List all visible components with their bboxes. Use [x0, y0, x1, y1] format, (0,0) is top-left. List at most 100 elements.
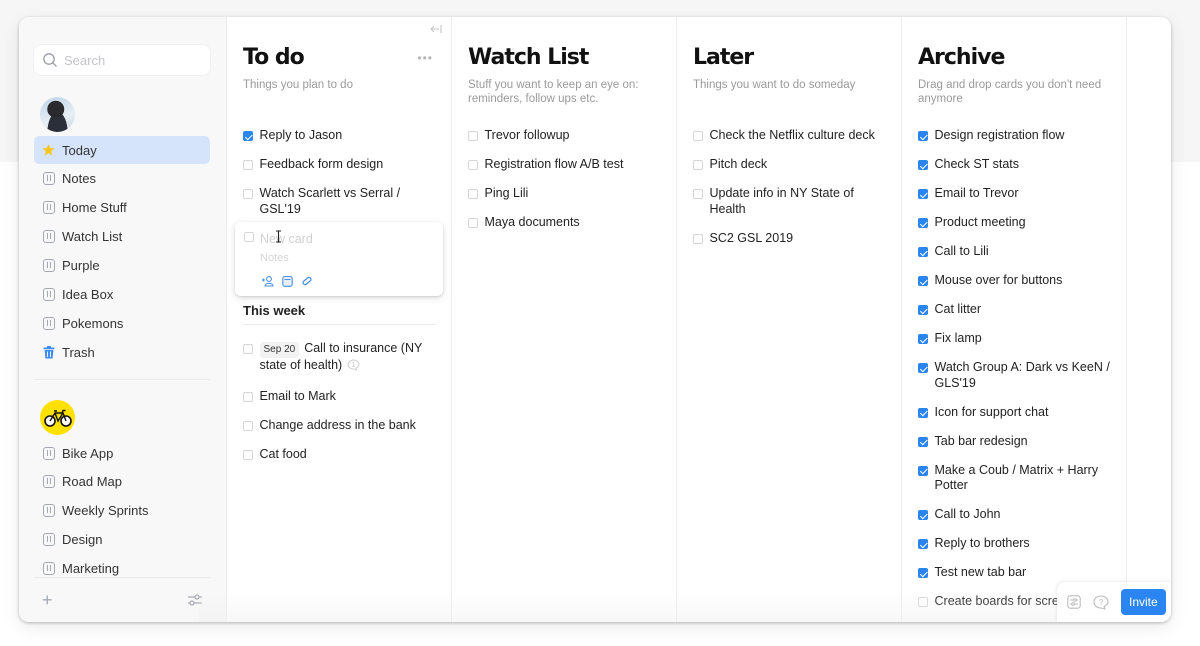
checkbox-unchecked[interactable] — [918, 597, 928, 607]
task-text: Cat food — [259, 447, 307, 461]
checkbox-checked[interactable] — [918, 465, 928, 476]
sidebar-item-notes[interactable]: Notes — [34, 165, 210, 193]
checkbox-checked[interactable] — [243, 131, 253, 141]
checkbox-checked[interactable] — [918, 131, 928, 141]
checkbox-unchecked[interactable] — [243, 160, 253, 170]
task-item[interactable]: Cat litter — [918, 302, 1113, 318]
task-item[interactable]: Cat food — [243, 447, 438, 463]
task-item[interactable]: Call to John — [918, 507, 1113, 523]
board-icon — [42, 562, 55, 576]
sidebar-item-weekly-sprints[interactable]: Weekly Sprints — [34, 497, 210, 525]
settings-sliders-icon[interactable] — [187, 593, 203, 607]
task-item[interactable]: Reply to brothers — [918, 536, 1113, 552]
task-item[interactable]: Update info in NY State of Health — [693, 186, 888, 217]
checkbox-checked[interactable] — [918, 276, 928, 286]
task-item[interactable]: Test new tab bar — [918, 565, 1113, 581]
team-avatar[interactable] — [40, 400, 75, 435]
task-item[interactable]: Email to Mark — [243, 389, 438, 405]
collapse-sidebar-icon[interactable] — [430, 24, 442, 34]
search-box[interactable] — [34, 45, 210, 75]
checkbox-unchecked[interactable] — [468, 189, 478, 199]
checkbox-checked[interactable] — [918, 189, 928, 199]
checkbox-checked[interactable] — [918, 539, 928, 549]
checkbox-unchecked[interactable] — [243, 450, 253, 460]
task-item[interactable]: Icon for support chat — [918, 405, 1113, 421]
checkbox-checked[interactable] — [918, 218, 928, 228]
sidebar-item-bike-app[interactable]: Bike App — [34, 439, 210, 467]
board-settings-icon[interactable] — [1067, 595, 1081, 609]
checkbox-unchecked[interactable] — [243, 421, 253, 431]
checkbox-checked[interactable] — [918, 407, 928, 418]
more-options-icon[interactable]: ••• — [417, 51, 433, 65]
task-item[interactable]: Registration flow A/B test — [468, 157, 663, 173]
user-avatar[interactable] — [40, 97, 75, 132]
task-item[interactable]: Reply to Jason — [243, 128, 438, 144]
task-text: Trevor followup — [484, 128, 570, 142]
checkbox-unchecked[interactable] — [468, 131, 478, 141]
app-window: Today Notes Home Stuff Watch List Purple Idea… — [19, 17, 1171, 622]
task-item[interactable]: Make a Coub / Matrix + Harry Potter — [918, 463, 1113, 494]
new-card-editor[interactable]: New card Notes — [235, 222, 443, 296]
checkbox-unchecked[interactable] — [243, 392, 253, 402]
task-item[interactable]: SC2 GSL 2019 — [693, 231, 888, 247]
sidebar-item-home-stuff[interactable]: Home Stuff — [34, 194, 210, 222]
sidebar-item-purple[interactable]: Purple — [34, 252, 210, 280]
task-item[interactable]: Watch Group A: Dark vs KeeN / GLS'19 — [918, 360, 1113, 391]
help-chat-icon[interactable]: ? — [1093, 594, 1109, 610]
sidebar-item-idea-box[interactable]: Idea Box — [34, 280, 210, 308]
due-date-badge[interactable]: Sep 20 — [259, 342, 300, 358]
sidebar-item-road-map[interactable]: Road Map — [34, 468, 210, 496]
new-card-checkbox[interactable] — [244, 232, 254, 242]
checkbox-checked[interactable] — [918, 363, 928, 373]
checkbox-unchecked[interactable] — [243, 189, 253, 199]
comment-count-icon[interactable]: 1 — [347, 359, 360, 376]
checkbox-unchecked[interactable] — [693, 233, 703, 244]
checkbox-unchecked[interactable] — [693, 160, 703, 170]
checkbox-checked[interactable] — [918, 436, 928, 447]
task-item[interactable]: Watch Scarlett vs Serral / GSL'19 — [243, 186, 438, 217]
sidebar-item-trash[interactable]: Trash — [34, 338, 210, 366]
new-card-title-input[interactable]: New card — [260, 232, 313, 246]
task-item[interactable]: Feedback form design — [243, 157, 438, 173]
task-item[interactable]: Call to Lili — [918, 244, 1113, 260]
checkbox-checked[interactable] — [918, 510, 928, 520]
task-item[interactable]: Check the Netflix culture deck — [693, 128, 888, 144]
checkbox-checked[interactable] — [918, 568, 928, 578]
assign-user-icon[interactable] — [261, 275, 274, 287]
sidebar-item-pokemons[interactable]: Pokemons — [34, 309, 210, 337]
checkbox-checked[interactable] — [918, 334, 928, 344]
checkbox-unchecked[interactable] — [693, 131, 703, 141]
attachment-icon[interactable] — [301, 275, 313, 287]
checkbox-checked[interactable] — [918, 160, 928, 170]
checkbox-unchecked[interactable] — [468, 160, 478, 170]
task-item[interactable]: Change address in the bank — [243, 418, 438, 434]
task-item[interactable]: Ping Lili — [468, 186, 663, 202]
task-item[interactable]: Fix lamp — [918, 331, 1113, 347]
sidebar-item-today[interactable]: Today — [34, 136, 210, 164]
task-item[interactable]: Trevor followup — [468, 128, 663, 144]
task-item[interactable]: Sep 20 Call to insurance (NY state of hea… — [243, 341, 438, 376]
checkbox-unchecked[interactable] — [468, 218, 478, 228]
checkbox-unchecked[interactable] — [243, 344, 253, 354]
add-board-button[interactable]: + — [42, 590, 53, 611]
search-input[interactable] — [64, 52, 194, 68]
task-item[interactable]: Maya documents — [468, 215, 663, 231]
sidebar-item-design[interactable]: Design — [34, 526, 210, 554]
checkbox-checked[interactable] — [918, 247, 928, 257]
task-item[interactable]: Design registration flow — [918, 128, 1113, 144]
task-item[interactable]: Email to Trevor — [918, 186, 1113, 202]
checkbox-unchecked[interactable] — [693, 189, 703, 199]
task-item[interactable]: Pitch deck — [693, 157, 888, 173]
task-item[interactable]: Tab bar redesign — [918, 434, 1113, 450]
task-item[interactable]: Product meeting — [918, 215, 1113, 231]
task-text: Cat litter — [934, 302, 982, 316]
task-item[interactable]: Check ST stats — [918, 157, 1113, 173]
task-item[interactable]: Mouse over for buttons — [918, 273, 1113, 289]
checkbox-checked[interactable] — [918, 305, 928, 315]
sidebar-divider — [34, 379, 210, 380]
task-content: Product meeting — [935, 215, 1026, 231]
new-card-notes-input[interactable]: Notes — [260, 252, 289, 264]
calendar-icon[interactable] — [282, 275, 293, 287]
sidebar-item-watch-list[interactable]: Watch List — [34, 223, 210, 251]
invite-button[interactable]: Invite — [1121, 589, 1166, 615]
